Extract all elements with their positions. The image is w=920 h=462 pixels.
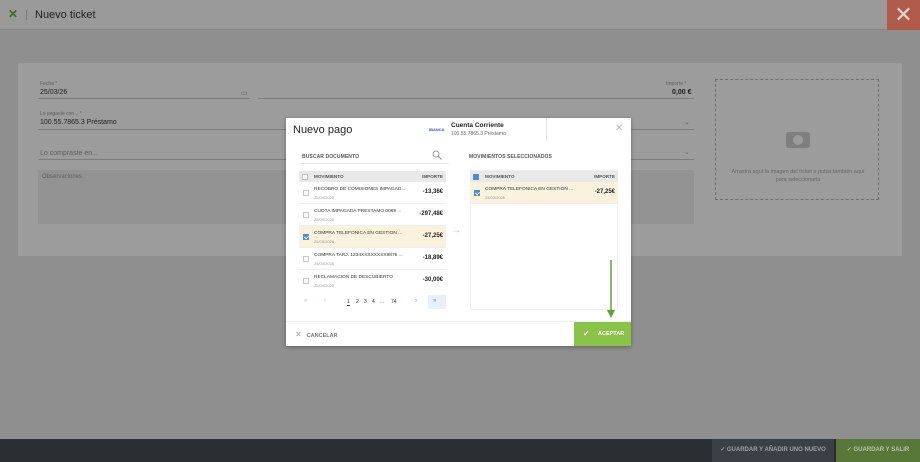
last-page-icon: » bbox=[433, 298, 437, 304]
row-checkbox[interactable] bbox=[303, 256, 309, 262]
row-description: COMPRA TELEFONICA EN GESTION ... bbox=[314, 231, 403, 236]
green-arrow-annotation bbox=[607, 260, 615, 318]
row-date: 25/03/2026 bbox=[485, 195, 506, 200]
search-icon[interactable] bbox=[432, 150, 442, 160]
row-date: 25/03/2026 bbox=[314, 217, 335, 222]
chevron-down-icon[interactable]: ⌄ bbox=[684, 118, 690, 126]
movements-table-header: MOVIMIENTO IMPORTE bbox=[299, 171, 446, 182]
comprado-select[interactable]: Lo compraste en... bbox=[40, 150, 98, 157]
table-row[interactable]: COMPRA TARJ. 1234XXXXXXXX9876 ... 25/03/… bbox=[299, 248, 446, 270]
next-page-icon[interactable]: › bbox=[415, 298, 417, 304]
pagado-label: Lo pagaste con... * bbox=[40, 111, 82, 117]
nuevo-pago-modal: Nuevo pago IBANCA Cuenta Corriente 100.5… bbox=[286, 118, 631, 346]
app-logo-icon: ✕ bbox=[8, 7, 19, 21]
arrow-right-icon: → bbox=[450, 222, 462, 236]
row-description: COMPRA TARJ. 1234XXXXXXXX9876 ... bbox=[314, 253, 403, 258]
save-and-new-button[interactable]: ✓ GUARDAR Y AÑADIR UNO NUEVO bbox=[712, 439, 834, 462]
accept-label: ACEPTAR bbox=[598, 331, 625, 337]
dropzone-text: Arrastra aquí la imagen del ticket o pul… bbox=[731, 169, 865, 183]
row-date: 25/03/2026 bbox=[314, 239, 335, 244]
check-icon: ✓ bbox=[583, 329, 590, 338]
camera-icon bbox=[786, 132, 810, 148]
row-amount: -27,25€ bbox=[422, 233, 443, 239]
fecha-label: Fecha * bbox=[40, 81, 58, 87]
save-and-new-label: GUARDAR Y AÑADIR UNO NUEVO bbox=[726, 447, 826, 453]
page-1[interactable]: 1 bbox=[347, 299, 350, 306]
page-2[interactable]: 2 bbox=[356, 299, 359, 305]
save-and-exit-button[interactable]: ✓ GUARDAR Y SALIR bbox=[836, 439, 920, 462]
row-amount: -27,25€ bbox=[594, 189, 615, 195]
row-date: 25/03/2026 bbox=[314, 195, 335, 200]
row-amount: -30,00€ bbox=[422, 277, 443, 283]
select-all-checkbox[interactable] bbox=[302, 174, 308, 180]
table-row[interactable]: COMPRA TELEFONICA EN GESTION ... 25/03/2… bbox=[299, 226, 446, 248]
importe-label: Importe * bbox=[666, 81, 687, 87]
row-checkbox[interactable] bbox=[303, 234, 309, 240]
table-row[interactable]: CUOTA IMPAGADA PRESTAMO 0069 ... 25/03/2… bbox=[299, 204, 446, 226]
row-amount: -18,89€ bbox=[422, 255, 443, 261]
selected-label: MOVIMIENTOS SELECCIONADOS bbox=[469, 154, 552, 160]
chevron-down-icon[interactable]: ⌄ bbox=[684, 148, 690, 156]
row-amount: -13,36€ bbox=[422, 189, 443, 195]
importe-underline bbox=[258, 98, 694, 99]
check-icon: ✓ bbox=[720, 447, 727, 453]
row-description: COMPRA TELEFONICA EN GESTION ... bbox=[485, 187, 574, 192]
observaciones-label: Observaciones bbox=[42, 174, 83, 180]
last-page-button[interactable]: » bbox=[428, 295, 446, 309]
modal-title: Nuevo pago bbox=[293, 124, 353, 136]
search-underline bbox=[299, 163, 449, 164]
header-divider bbox=[546, 118, 547, 140]
footer-bar: ✓ GUARDAR Y AÑADIR UNO NUEVO ✓ GUARDAR Y… bbox=[0, 439, 920, 462]
col-movimiento: MOVIMIENTO bbox=[485, 174, 515, 179]
close-icon: ✕ bbox=[295, 330, 302, 339]
row-checkbox[interactable] bbox=[303, 278, 309, 284]
cancel-button[interactable]: ✕ CANCELAR bbox=[295, 330, 338, 339]
row-checkbox[interactable] bbox=[303, 212, 309, 218]
page-74[interactable]: 74 bbox=[391, 299, 397, 305]
close-icon[interactable]: ✕ bbox=[887, 0, 920, 30]
table-row[interactable]: RECLAMACION DE DESCUBIERTO 25/03/2026 -3… bbox=[299, 270, 446, 292]
row-date: 25/03/2026 bbox=[314, 261, 335, 266]
calendar-icon[interactable]: ▭ bbox=[241, 89, 248, 97]
row-description: RECLAMACION DE DESCUBIERTO bbox=[314, 275, 393, 280]
col-importe: IMPORTE bbox=[594, 174, 615, 179]
account-number: 100.55.7865.3 Préstamo bbox=[451, 131, 506, 137]
accept-button[interactable]: ✓ ACEPTAR bbox=[574, 322, 631, 346]
page-ellipsis: ... bbox=[380, 299, 385, 305]
row-date: 25/03/2026 bbox=[314, 283, 335, 288]
row-amount: -297,48€ bbox=[419, 211, 443, 217]
fecha-field[interactable]: 25/03/26 bbox=[40, 89, 67, 96]
pagado-select[interactable]: 100.55.7865.3 Préstamo bbox=[40, 119, 117, 126]
col-movimiento: MOVIMIENTO bbox=[314, 174, 344, 179]
selected-row[interactable]: COMPRA TELEFONICA EN GESTION ... 25/03/2… bbox=[470, 182, 618, 204]
col-importe: IMPORTE bbox=[422, 174, 443, 179]
table-row[interactable]: RECOBRO DE COMISIONES IMPAGAD... 25/03/2… bbox=[299, 182, 446, 204]
selected-all-checkbox[interactable] bbox=[473, 174, 479, 180]
page-title: Nuevo ticket bbox=[35, 9, 96, 21]
modal-close-icon[interactable]: ✕ bbox=[615, 123, 623, 134]
ticket-image-dropzone[interactable]: Arrastra aquí la imagen del ticket o pul… bbox=[715, 79, 879, 200]
cancel-label: CANCELAR bbox=[306, 333, 338, 339]
row-description: RECOBRO DE COMISIONES IMPAGAD... bbox=[314, 187, 406, 192]
account-name: Cuenta Corriente bbox=[451, 122, 504, 129]
prev-page-icon[interactable]: ‹ bbox=[324, 298, 326, 304]
row-description: CUOTA IMPAGADA PRESTAMO 0069 ... bbox=[314, 209, 402, 214]
search-label: BUSCAR DOCUMENTO bbox=[302, 154, 360, 160]
page-3[interactable]: 3 bbox=[364, 299, 367, 305]
importe-field[interactable]: 0,00 € bbox=[672, 89, 691, 96]
page-4[interactable]: 4 bbox=[372, 299, 375, 305]
save-and-exit-label: GUARDAR Y SALIR bbox=[853, 447, 910, 453]
title-separator bbox=[26, 10, 27, 20]
pagination: « ‹ 1 2 3 4 ... 74 › » bbox=[299, 295, 446, 309]
row-checkbox[interactable] bbox=[303, 190, 309, 196]
selected-table-header: MOVIMIENTO IMPORTE bbox=[470, 171, 618, 182]
bank-logo: IBANCA bbox=[429, 127, 445, 132]
fecha-underline bbox=[38, 98, 250, 99]
top-bar: ✕ Nuevo ticket ✕ bbox=[0, 0, 920, 30]
first-page-icon[interactable]: « bbox=[304, 298, 307, 304]
row-checkbox[interactable] bbox=[474, 190, 480, 196]
